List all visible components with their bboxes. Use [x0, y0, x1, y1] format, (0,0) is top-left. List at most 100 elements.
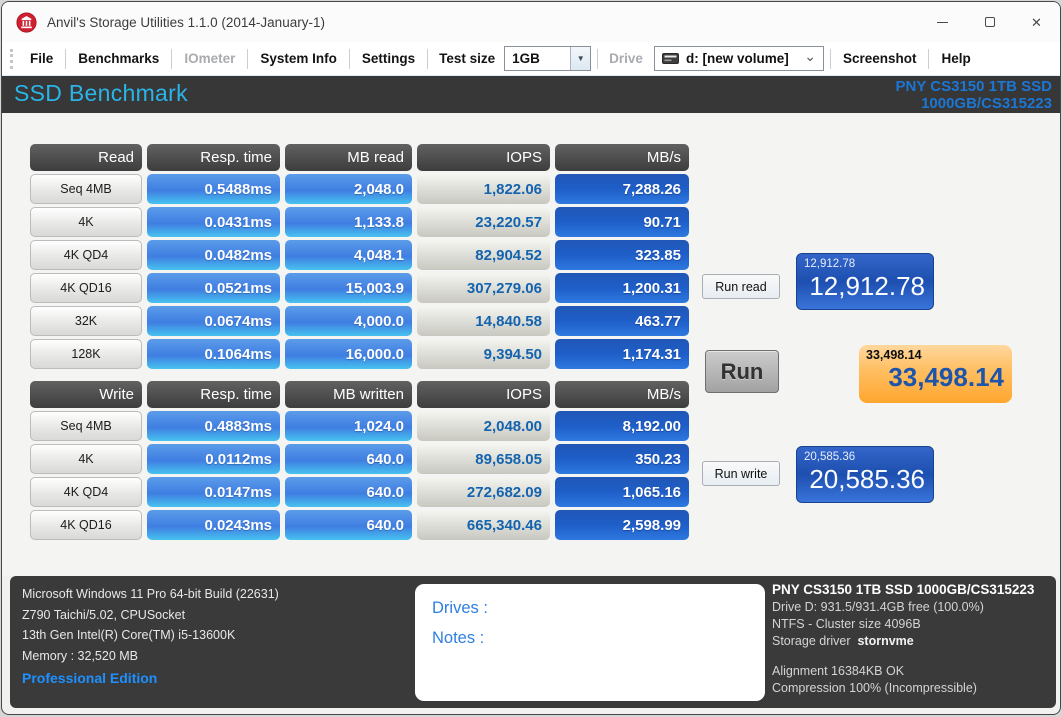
iops-header: IOPS	[417, 381, 550, 408]
drive-select[interactable]: d: [new volume] ⌄	[653, 46, 824, 71]
iops-cell: 272,682.09	[417, 477, 550, 507]
mbs-header: MB/s	[555, 144, 689, 171]
mb-read-cell: 1,133.8	[285, 207, 412, 237]
mb-read-cell: 15,003.9	[285, 273, 412, 303]
mbs-cell: 7,288.26	[555, 174, 689, 204]
mbs-cell: 350.23	[555, 444, 689, 474]
row-label: Seq 4MB	[30, 411, 142, 441]
mbs-cell: 463.77	[555, 306, 689, 336]
mbs-cell: 1,065.16	[555, 477, 689, 507]
test-size-dropdown-button[interactable]: ▼	[570, 47, 591, 70]
read-score-box: 12,912.78 12,912.78	[796, 253, 934, 310]
device-line2: 1000GB/CS315223	[921, 95, 1052, 112]
iops-cell: 23,220.57	[417, 207, 550, 237]
mbs-cell: 8,192.00	[555, 411, 689, 441]
mbs-cell: 323.85	[555, 240, 689, 270]
run-write-button[interactable]: Run write	[702, 461, 780, 486]
drive-value: d: [new volume]	[685, 51, 789, 66]
mb-read-header: MB read	[285, 144, 412, 171]
row-label: Seq 4MB	[30, 174, 142, 204]
drive-icon	[661, 53, 679, 64]
app-icon	[16, 11, 37, 33]
maximize-button[interactable]	[966, 2, 1013, 42]
run-read-button[interactable]: Run read	[702, 274, 780, 299]
maximize-icon	[984, 17, 995, 27]
mb-written-header: MB written	[285, 381, 412, 408]
iops-header: IOPS	[417, 144, 550, 171]
drive-heading: PNY CS3150 1TB SSD 1000GB/CS315223	[772, 582, 1035, 597]
menu-separator	[348, 48, 350, 69]
close-icon: ✕	[1031, 14, 1042, 30]
menu-bar: File Benchmarks IOmeter System Info Sett…	[2, 42, 1060, 76]
iops-cell: 665,340.46	[417, 510, 550, 540]
app-window: Anvil's Storage Utilities 1.1.0 (2014-Ja…	[1, 1, 1061, 715]
device-name: PNY CS3150 1TB SSD 1000GB/CS315223	[896, 76, 1060, 113]
iops-cell: 89,658.05	[417, 444, 550, 474]
menu-iometer: IOmeter	[184, 51, 236, 66]
resp-time-cell: 0.0431ms	[147, 207, 280, 237]
mb-read-cell: 2,048.0	[285, 174, 412, 204]
edition-label: Professional Edition	[22, 670, 158, 686]
mb-read-cell: 4,048.1	[285, 240, 412, 270]
menu-file[interactable]: File	[20, 51, 63, 66]
table-row: 4K QD4 0.0147ms 640.0 272,682.09 1,065.1…	[30, 477, 689, 507]
window-title: Anvil's Storage Utilities 1.1.0 (2014-Ja…	[47, 14, 325, 30]
mb-written-cell: 1,024.0	[285, 411, 412, 441]
drive-free-space: Drive D: 931.5/931.4GB free (100.0%)	[772, 600, 984, 614]
iops-cell: 307,279.06	[417, 273, 550, 303]
chevron-down-icon: ⌄	[804, 47, 816, 64]
minimize-button[interactable]	[919, 2, 966, 42]
menu-separator	[171, 48, 173, 69]
mbs-header: MB/s	[555, 381, 689, 408]
mbs-cell: 1,174.31	[555, 339, 689, 369]
drive-label: Drive	[609, 51, 643, 66]
menu-help[interactable]: Help	[931, 51, 980, 66]
menu-separator	[829, 48, 831, 69]
mb-read-cell: 16,000.0	[285, 339, 412, 369]
resp-time-cell: 0.5488ms	[147, 174, 280, 204]
resp-time-cell: 0.0521ms	[147, 273, 280, 303]
resp-time-cell: 0.0674ms	[147, 306, 280, 336]
read-table: Read Resp. time MB read IOPS MB/s Seq 4M…	[30, 144, 689, 372]
menu-separator	[65, 48, 67, 69]
table-row: 4K QD16 0.0521ms 15,003.9 307,279.06 1,2…	[30, 273, 689, 303]
write-header-row: Write Resp. time MB written IOPS MB/s	[30, 381, 689, 408]
mbs-cell: 1,200.31	[555, 273, 689, 303]
menu-separator	[928, 48, 930, 69]
menu-settings[interactable]: Settings	[352, 51, 425, 66]
mbs-cell: 90.71	[555, 207, 689, 237]
title-bar: Anvil's Storage Utilities 1.1.0 (2014-Ja…	[2, 2, 1060, 42]
row-label: 4K	[30, 207, 142, 237]
table-row: 4K QD16 0.0243ms 640.0 665,340.46 2,598.…	[30, 510, 689, 540]
write-score-small: 20,585.36	[804, 451, 856, 463]
resp-time-cell: 0.0147ms	[147, 477, 280, 507]
page-title: SSD Benchmark	[14, 80, 188, 106]
run-button[interactable]: Run	[705, 350, 779, 393]
benchmark-header: SSD Benchmark PNY CS3150 1TB SSD 1000GB/…	[2, 76, 1060, 113]
drives-notes-box[interactable]: Drives : Notes :	[415, 584, 765, 701]
dropdown-arrow-icon: ▼	[576, 54, 585, 63]
close-button[interactable]: ✕	[1013, 2, 1060, 42]
menu-system-info[interactable]: System Info	[250, 51, 347, 66]
test-size-value: 1GB	[512, 51, 540, 66]
row-label: 4K QD16	[30, 510, 142, 540]
table-row: Seq 4MB 0.4883ms 1,024.0 2,048.00 8,192.…	[30, 411, 689, 441]
iops-cell: 82,904.52	[417, 240, 550, 270]
toolbar-grip-handle[interactable]	[10, 48, 13, 69]
table-row: 128K 0.1064ms 16,000.0 9,394.50 1,174.31	[30, 339, 689, 369]
footer-panel: Microsoft Windows 11 Pro 64-bit Build (2…	[10, 576, 1056, 708]
resp-time-cell: 0.1064ms	[147, 339, 280, 369]
menu-screenshot[interactable]: Screenshot	[833, 51, 927, 66]
test-size-label: Test size	[439, 51, 496, 66]
motherboard-info: Z790 Taichi/5.02, CPUSocket	[22, 607, 186, 622]
device-line1: PNY CS3150 1TB SSD	[895, 78, 1052, 95]
read-header-row: Read Resp. time MB read IOPS MB/s	[30, 144, 689, 171]
os-info: Microsoft Windows 11 Pro 64-bit Build (2…	[22, 587, 279, 601]
total-score-box: 33,498.14 33,498.14	[859, 345, 1012, 403]
test-size-select[interactable]: 1GB ▼	[504, 46, 592, 71]
row-label: 32K	[30, 306, 142, 336]
menu-benchmarks[interactable]: Benchmarks	[68, 51, 169, 66]
window-controls: ✕	[919, 2, 1060, 42]
resp-time-header: Resp. time	[147, 381, 280, 408]
